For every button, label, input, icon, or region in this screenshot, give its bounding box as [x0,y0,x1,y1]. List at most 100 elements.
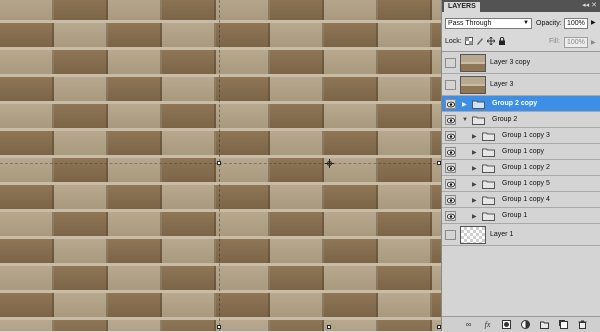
brick-tile [108,239,162,263]
eye-icon[interactable] [445,195,456,205]
eye-icon[interactable] [445,131,456,141]
layer-name: Group 1 copy 5 [502,180,550,187]
transform-handle[interactable] [217,325,221,329]
new-group-icon[interactable] [540,320,549,329]
brick-tile [54,212,108,236]
brick-tile [432,23,441,47]
blend-mode-select[interactable]: Pass Through ▼ [445,18,532,29]
layer-row[interactable]: ▶ Group 1 copy 4 [442,192,600,208]
eye-icon[interactable] [445,115,456,125]
fill-slider-arrow-icon[interactable]: ▶ [591,39,596,46]
trash-icon[interactable] [578,320,587,329]
fill-input[interactable]: 100% [564,37,588,48]
lock-move-icon[interactable] [486,36,496,46]
layers-panel: LAYERS ◂◂ ✕ Pass Through ▼ Opacity: 100%… [441,0,600,332]
brick-tile [0,23,54,47]
brick-tile [270,266,324,290]
lock-all-icon[interactable] [498,36,506,45]
mask-icon[interactable] [502,320,511,329]
brick-tile [54,293,108,317]
brick-tile [0,50,54,74]
opacity-input[interactable]: 100% [564,18,588,29]
document-canvas[interactable] [0,0,441,331]
expand-triangle-icon[interactable]: ▶ [472,181,477,188]
layer-thumbnail [460,76,486,94]
expand-triangle-icon[interactable]: ▶ [472,197,477,204]
folder-icon [482,180,495,189]
brick-tile [216,23,270,47]
brick-tile [270,158,324,182]
brick-tile [108,104,162,128]
folder-icon [482,164,495,173]
folder-icon [472,116,485,125]
layer-row[interactable]: ▶ Group 1 [442,208,600,224]
brick-tile [108,212,162,236]
brick-tile [270,0,324,20]
eye-icon[interactable] [445,163,456,173]
brick-row [0,185,441,209]
panel-collapse-close-icon[interactable]: ◂◂ ✕ [582,1,597,11]
chevron-down-icon: ▼ [523,20,529,26]
fill-label: Fill: [549,38,560,45]
expand-triangle-icon[interactable]: ▶ [472,165,477,172]
brick-tile [378,158,432,182]
brick-tile [54,239,108,263]
layer-row[interactable]: ▼ Group 2 [442,112,600,128]
lock-transparent-icon[interactable] [465,37,473,45]
vertical-guide[interactable] [219,0,220,331]
brick-row [0,239,441,263]
brick-tile [324,239,378,263]
blend-options-row: Pass Through ▼ Opacity: 100% ▶ [442,13,600,29]
eye-icon[interactable] [445,99,456,109]
layer-row[interactable]: Layer 3 copy [442,52,600,74]
expand-triangle-icon[interactable]: ▶ [462,101,467,108]
brick-tile [216,293,270,317]
brick-tile [216,185,270,209]
brick-tile [162,185,216,209]
new-layer-icon[interactable] [559,320,568,329]
link-icon[interactable]: ∞ [464,320,473,329]
brick-tile [162,77,216,101]
layer-row[interactable]: Layer 3 [442,74,600,96]
collapse-triangle-icon[interactable]: ▼ [462,117,468,123]
layer-row[interactable]: ▶ Group 1 copy 2 [442,160,600,176]
brick-tile [0,239,54,263]
transform-handle[interactable] [327,325,331,329]
brick-tile [54,23,108,47]
brick-tile [108,131,162,155]
layer-row[interactable]: ▶ Group 1 copy 5 [442,176,600,192]
fx-icon[interactable]: fx [483,320,492,329]
eye-icon[interactable] [445,211,456,221]
adjustment-icon[interactable] [521,320,530,329]
panel-bottom-bar: ∞ fx [442,316,600,332]
brick-tile [432,50,441,74]
transform-handle[interactable] [217,161,221,165]
brick-tile [54,158,108,182]
brick-tile [54,131,108,155]
eye-icon[interactable] [445,147,456,157]
visibility-toggle[interactable] [445,58,456,68]
layer-row[interactable]: ▶ Group 1 copy 3 [442,128,600,144]
brick-row [0,212,441,236]
brick-tile [108,266,162,290]
layer-row[interactable]: Layer 1 [442,224,600,246]
brick-tile [162,293,216,317]
brick-tile [0,104,54,128]
expand-triangle-icon[interactable]: ▶ [472,213,477,220]
reference-point-crosshair-icon[interactable] [325,159,334,168]
opacity-label: Opacity: [536,20,562,27]
visibility-toggle[interactable] [445,80,456,90]
layer-row[interactable]: ▶ Group 1 copy [442,144,600,160]
expand-triangle-icon[interactable]: ▶ [472,149,477,156]
tab-layers[interactable]: LAYERS [444,2,480,12]
lock-paint-icon[interactable] [476,37,484,45]
layer-name: Group 1 [502,212,528,219]
expand-triangle-icon[interactable]: ▶ [472,133,477,140]
brick-tile [0,293,54,317]
opacity-slider-arrow-icon[interactable]: ▶ [591,19,596,26]
visibility-toggle[interactable] [445,230,456,240]
brick-tile [378,23,432,47]
brick-tile [162,131,216,155]
eye-icon[interactable] [445,179,456,189]
layer-row[interactable]: ▶ Group 2 copy [442,96,600,112]
